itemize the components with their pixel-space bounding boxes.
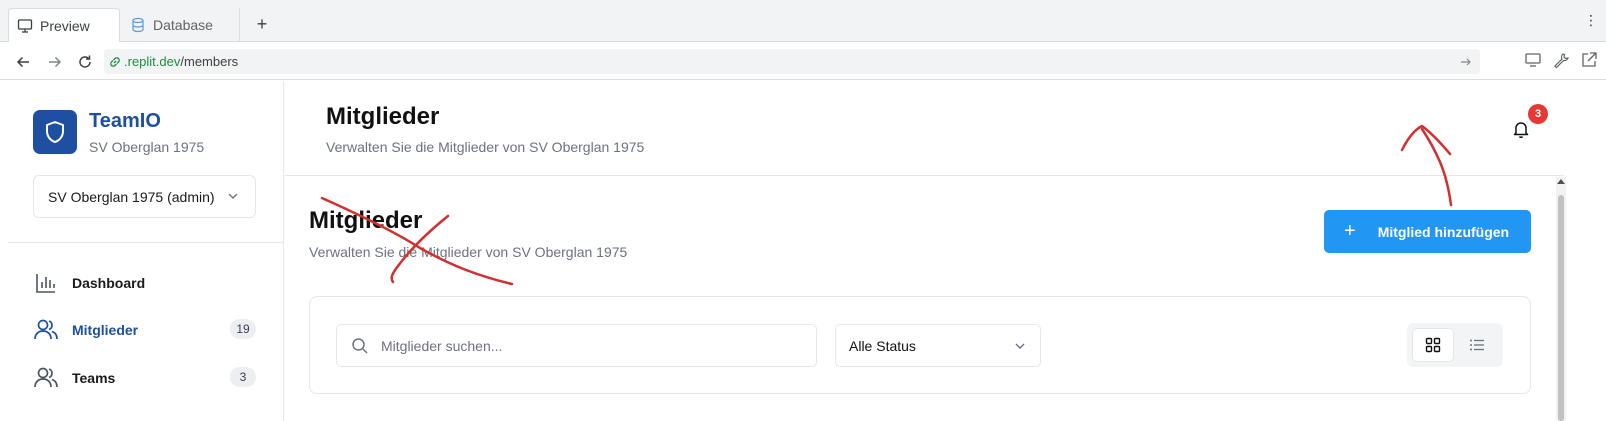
- search-field[interactable]: [336, 324, 817, 367]
- view-toggle: [1407, 323, 1503, 367]
- new-tab-button[interactable]: +: [250, 10, 274, 38]
- address-bar: .replit.dev /members: [0, 42, 1606, 80]
- arrow-left-icon: [16, 56, 29, 68]
- sidebar-item-label: Mitglieder: [72, 322, 139, 338]
- page-subtitle: Verwalten Sie die Mitglieder von SV Ober…: [326, 139, 645, 155]
- url-domain: .replit.dev: [124, 54, 181, 69]
- list-view-button[interactable]: [1456, 328, 1498, 362]
- sidebar-item-dashboard[interactable]: Dashboard: [33, 268, 256, 298]
- sidebar-item-mitglieder[interactable]: Mitglieder 19: [33, 315, 256, 345]
- arrow-right-icon: [49, 56, 62, 68]
- status-filter-value: Alle Status: [849, 337, 916, 354]
- list-icon: [1470, 339, 1484, 351]
- scrollbar[interactable]: [1556, 177, 1566, 421]
- reload-icon: [79, 55, 91, 68]
- reload-button[interactable]: [74, 51, 96, 73]
- main-content: Mitglieder Verwalten Sie die Mitglieder …: [285, 177, 1556, 421]
- sidebar-item-teams[interactable]: Teams 3: [33, 363, 256, 393]
- sidebar-divider: [8, 242, 284, 243]
- add-member-button[interactable]: + Mitglied hinzufügen: [1324, 210, 1531, 253]
- count-badge: 19: [230, 319, 256, 339]
- address-bar-actions: [1524, 51, 1598, 69]
- section-subtitle: Verwalten Sie die Mitglieder von SV Ober…: [309, 244, 628, 260]
- tab-database[interactable]: Database: [122, 8, 240, 42]
- scroll-up-arrow-icon[interactable]: [1557, 179, 1565, 184]
- notification-badge: 3: [1528, 104, 1548, 124]
- filter-card: Alle Status: [309, 296, 1531, 394]
- sidebar-item-label: Dashboard: [72, 275, 146, 291]
- grid-view-button[interactable]: [1412, 328, 1454, 362]
- sidebar-item-label: Teams: [72, 370, 116, 386]
- back-button[interactable]: [12, 51, 34, 73]
- section-title: Mitglieder: [309, 207, 423, 234]
- database-icon: [132, 17, 144, 33]
- chevron-down-icon: [228, 193, 238, 199]
- scrollbar-thumb[interactable]: [1558, 195, 1564, 421]
- browser-tab-bar: Preview Database + ⋮: [0, 0, 1606, 42]
- add-member-label: Mitglied hinzufügen: [1377, 223, 1510, 240]
- link-icon: [110, 56, 120, 67]
- brand-name: TeamIO: [89, 110, 161, 132]
- external-link-icon[interactable]: [1580, 51, 1598, 69]
- club-select-value: SV Oberglan 1975 (admin): [48, 188, 215, 205]
- brand-logo[interactable]: [33, 110, 77, 154]
- url-field[interactable]: .replit.dev /members: [104, 49, 1480, 74]
- tab-database-label: Database: [153, 17, 213, 33]
- main-header: Mitglieder Verwalten Sie die Mitglieder …: [285, 81, 1564, 176]
- tab-preview-label: Preview: [40, 17, 90, 34]
- grid-icon: [1425, 337, 1441, 353]
- tab-menu-button[interactable]: ⋮: [1584, 12, 1598, 29]
- brand-subtitle: SV Oberglan 1975: [89, 139, 205, 155]
- devices-icon[interactable]: [1524, 51, 1542, 69]
- search-input[interactable]: [381, 337, 801, 354]
- go-arrow-icon[interactable]: [1460, 56, 1472, 68]
- bell-icon[interactable]: [1511, 119, 1531, 139]
- forward-button[interactable]: [44, 51, 66, 73]
- tab-preview[interactable]: Preview: [8, 8, 120, 42]
- wrench-icon[interactable]: [1552, 51, 1570, 69]
- sidebar: TeamIO SV Oberglan 1975 SV Oberglan 1975…: [8, 81, 284, 421]
- monitor-icon: [17, 18, 33, 33]
- plus-icon: +: [1344, 220, 1356, 242]
- bar-chart-icon: [33, 270, 59, 296]
- shield-icon: [46, 121, 64, 143]
- status-filter-select[interactable]: Alle Status: [835, 324, 1041, 367]
- users-icon: [33, 317, 59, 343]
- page-title: Mitglieder: [326, 103, 440, 130]
- club-select[interactable]: SV Oberglan 1975 (admin): [33, 175, 256, 218]
- team-icon: [33, 365, 59, 391]
- count-badge: 3: [230, 367, 256, 387]
- chevron-down-icon: [1015, 343, 1025, 349]
- url-path: /members: [180, 54, 239, 69]
- search-icon: [352, 337, 368, 354]
